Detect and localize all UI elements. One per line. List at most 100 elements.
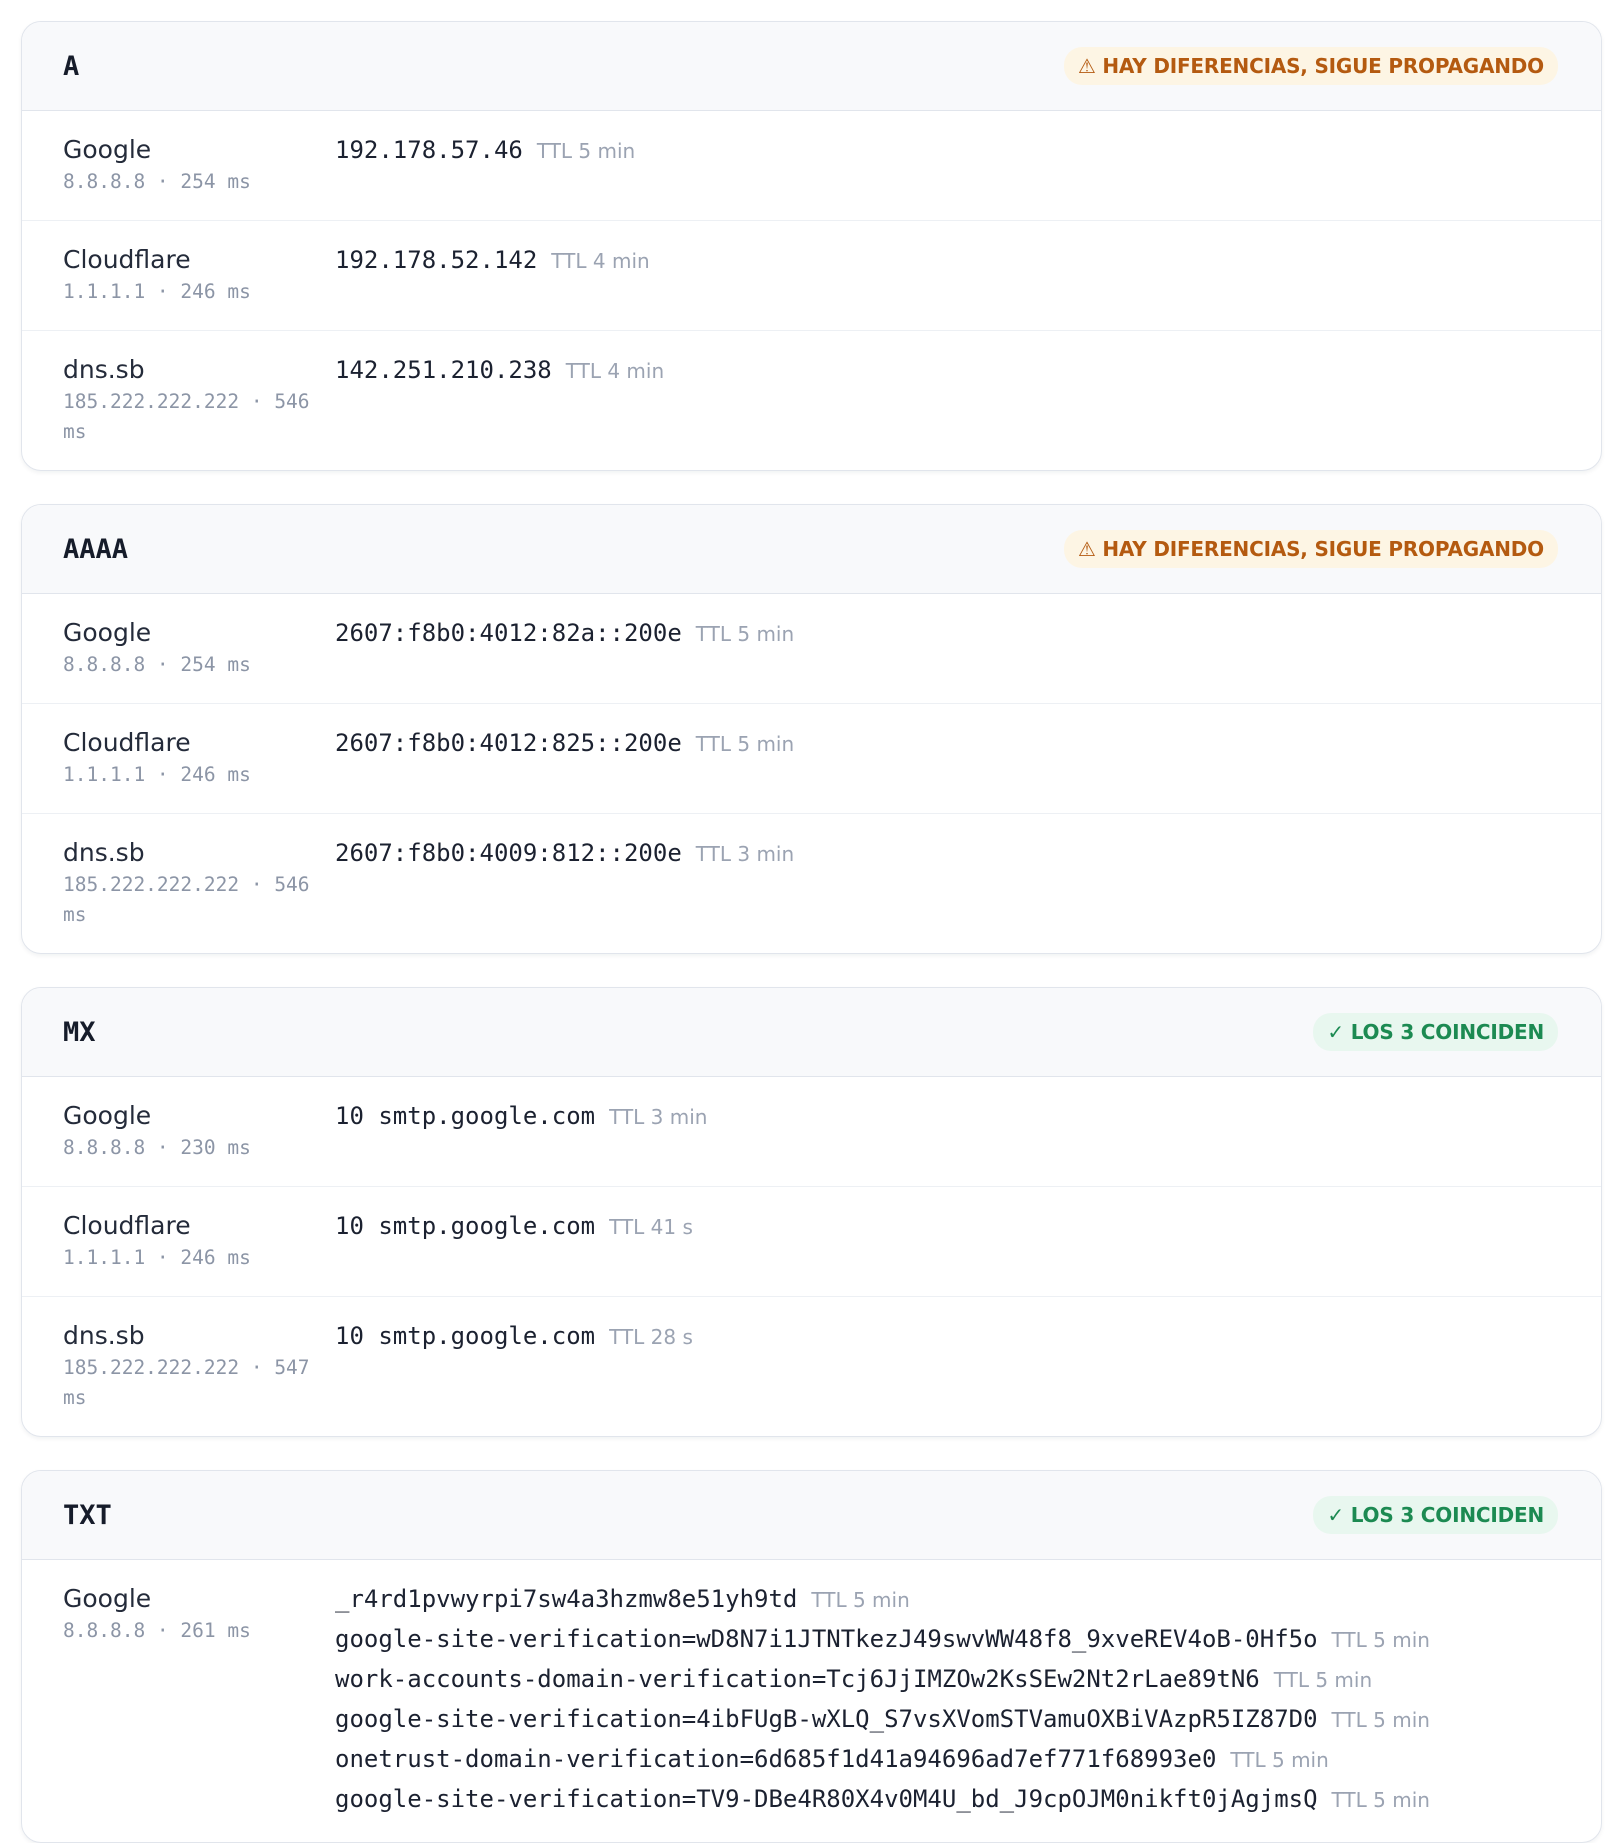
record-value: 10 smtp.google.com — [335, 1212, 596, 1240]
record-values: 2607:f8b0:4012:82a::200e TTL 5 min — [335, 618, 1601, 680]
resolver-ip-latency: 1.1.1.1 · 246 ms — [63, 280, 251, 303]
record-value-line: 142.251.210.238 TTL 4 min — [335, 350, 1601, 390]
record-card: TXT ✓ LOS 3 COINCIDEN Google 8.8.8.8 · 2… — [21, 1470, 1602, 1843]
propagation-status-badge: ✓ LOS 3 COINCIDEN — [1313, 1496, 1558, 1534]
record-ttl: TTL 5 min — [1273, 1668, 1373, 1692]
resolver-ip-latency: 1.1.1.1 · 246 ms — [63, 1246, 251, 1269]
record-ttl: TTL 5 min — [1331, 1708, 1430, 1732]
record-values: 10 smtp.google.com TTL 41 s — [335, 1211, 1601, 1273]
resolver-row: Google 8.8.8.8 · 261 ms _r4rd1pvwyrpi7sw… — [22, 1560, 1601, 1842]
record-card-header: MX ✓ LOS 3 COINCIDEN — [22, 988, 1601, 1077]
record-type-label: A — [63, 50, 80, 82]
resolver-ip-latency: 8.8.8.8 · 254 ms — [63, 653, 251, 676]
record-value: onetrust-domain-verification=6d685f1d41a… — [335, 1745, 1217, 1773]
resolver-name: Google — [63, 1101, 152, 1130]
resolver-name: dns.sb — [63, 1321, 145, 1350]
record-value: google-site-verification=4ibFUgB-wXLQ_S7… — [335, 1705, 1318, 1733]
record-type-label: TXT — [63, 1499, 112, 1531]
resolver-ip-latency: 185.222.222.222 · 546 ms — [63, 390, 310, 443]
record-type-label: MX — [63, 1016, 96, 1048]
record-value-line: 192.178.52.142 TTL 4 min — [335, 240, 1601, 280]
resolver-row: dns.sb 185.222.222.222 · 547 ms 10 smtp.… — [22, 1297, 1601, 1436]
record-card: AAAA ⚠ HAY DIFERENCIAS, SIGUE PROPAGANDO… — [21, 504, 1602, 954]
record-values: _r4rd1pvwyrpi7sw4a3hzmw8e51yh9td TTL 5 mi… — [335, 1584, 1601, 1819]
resolver-info: dns.sb 185.222.222.222 · 546 ms — [63, 838, 335, 930]
record-value-line: 10 smtp.google.com TTL 41 s — [335, 1206, 1601, 1246]
resolver-row: Google 8.8.8.8 · 230 ms 10 smtp.google.c… — [22, 1077, 1601, 1187]
record-value: 2607:f8b0:4012:82a::200e — [335, 619, 682, 647]
resolver-name: Google — [63, 618, 152, 647]
propagation-status-badge: ⚠ HAY DIFERENCIAS, SIGUE PROPAGANDO — [1063, 47, 1558, 85]
propagation-status-badge: ⚠ HAY DIFERENCIAS, SIGUE PROPAGANDO — [1063, 530, 1558, 568]
record-value: _r4rd1pvwyrpi7sw4a3hzmw8e51yh9td — [335, 1585, 798, 1613]
record-card-header: A ⚠ HAY DIFERENCIAS, SIGUE PROPAGANDO — [22, 22, 1601, 111]
record-ttl: TTL 3 min — [695, 842, 795, 866]
resolver-name: Google — [63, 135, 152, 164]
record-value-line: 10 smtp.google.com TTL 28 s — [335, 1316, 1601, 1356]
record-ttl: TTL 5 min — [811, 1588, 910, 1612]
resolver-row: dns.sb 185.222.222.222 · 546 ms 142.251.… — [22, 331, 1601, 470]
resolver-row: Google 8.8.8.8 · 254 ms 192.178.57.46 TTL… — [22, 111, 1601, 221]
resolver-info: Cloudflare 1.1.1.1 · 246 ms — [63, 1211, 335, 1273]
record-ttl: TTL 5 min — [695, 622, 795, 646]
resolver-info: Google 8.8.8.8 · 230 ms — [63, 1101, 335, 1163]
resolver-row: Cloudflare 1.1.1.1 · 246 ms 10 smtp.goog… — [22, 1187, 1601, 1297]
resolver-ip-latency: 185.222.222.222 · 547 ms — [63, 1356, 310, 1409]
record-values: 10 smtp.google.com TTL 28 s — [335, 1321, 1601, 1413]
record-value: google-site-verification=TV9-DBe4R80X4v0… — [335, 1785, 1318, 1813]
record-value: 142.251.210.238 — [335, 356, 552, 384]
resolver-row: Cloudflare 1.1.1.1 · 246 ms 192.178.52.1… — [22, 221, 1601, 331]
record-value: 10 smtp.google.com — [335, 1102, 596, 1130]
record-card: MX ✓ LOS 3 COINCIDEN Google 8.8.8.8 · 23… — [21, 987, 1602, 1437]
record-value-line: 2607:f8b0:4012:825::200e TTL 5 min — [335, 723, 1601, 763]
resolver-ip-latency: 8.8.8.8 · 254 ms — [63, 170, 251, 193]
record-value-line: 10 smtp.google.com TTL 3 min — [335, 1096, 1601, 1136]
resolver-rows: Google 8.8.8.8 · 230 ms 10 smtp.google.c… — [22, 1077, 1601, 1436]
record-value: 192.178.52.142 — [335, 246, 538, 274]
record-value: 10 smtp.google.com — [335, 1322, 596, 1350]
record-ttl: TTL 4 min — [551, 249, 650, 273]
resolver-name: Cloudflare — [63, 245, 191, 274]
record-card-header: TXT ✓ LOS 3 COINCIDEN — [22, 1471, 1601, 1560]
resolver-info: dns.sb 185.222.222.222 · 546 ms — [63, 355, 335, 447]
record-value: work-accounts-domain-verification=Tcj6Jj… — [335, 1665, 1260, 1693]
record-value-line: 2607:f8b0:4012:82a::200e TTL 5 min — [335, 613, 1601, 653]
resolver-info: Cloudflare 1.1.1.1 · 246 ms — [63, 728, 335, 790]
record-values: 2607:f8b0:4012:825::200e TTL 5 min — [335, 728, 1601, 790]
record-value-line: onetrust-domain-verification=6d685f1d41a… — [335, 1739, 1601, 1779]
record-value: 2607:f8b0:4009:812::200e — [335, 839, 682, 867]
resolver-rows: Google 8.8.8.8 · 261 ms _r4rd1pvwyrpi7sw… — [22, 1560, 1601, 1842]
resolver-row: Google 8.8.8.8 · 254 ms 2607:f8b0:4012:8… — [22, 594, 1601, 704]
resolver-ip-latency: 8.8.8.8 · 230 ms — [63, 1136, 251, 1159]
propagation-status-badge: ✓ LOS 3 COINCIDEN — [1313, 1013, 1558, 1051]
resolver-info: dns.sb 185.222.222.222 · 547 ms — [63, 1321, 335, 1413]
record-value-line: google-site-verification=wD8N7i1JTNTkezJ… — [335, 1619, 1601, 1659]
resolver-row: Cloudflare 1.1.1.1 · 246 ms 2607:f8b0:40… — [22, 704, 1601, 814]
record-ttl: TTL 5 min — [695, 732, 795, 756]
resolver-name: Cloudflare — [63, 728, 191, 757]
record-value-line: google-site-verification=TV9-DBe4R80X4v0… — [335, 1779, 1601, 1819]
resolver-ip-latency: 1.1.1.1 · 246 ms — [63, 763, 251, 786]
record-values: 10 smtp.google.com TTL 3 min — [335, 1101, 1601, 1163]
record-value-line: work-accounts-domain-verification=Tcj6Jj… — [335, 1659, 1601, 1699]
resolver-rows: Google 8.8.8.8 · 254 ms 2607:f8b0:4012:8… — [22, 594, 1601, 953]
record-ttl: TTL 5 min — [536, 139, 636, 163]
resolver-ip-latency: 8.8.8.8 · 261 ms — [63, 1619, 251, 1642]
resolver-info: Google 8.8.8.8 · 261 ms — [63, 1584, 335, 1819]
record-values: 192.178.52.142 TTL 4 min — [335, 245, 1601, 307]
record-ttl: TTL 41 s — [609, 1215, 693, 1239]
record-ttl: TTL 3 min — [609, 1105, 708, 1129]
resolver-ip-latency: 185.222.222.222 · 546 ms — [63, 873, 310, 926]
record-ttl: TTL 5 min — [1331, 1788, 1430, 1812]
record-value: google-site-verification=wD8N7i1JTNTkezJ… — [335, 1625, 1318, 1653]
record-type-label: AAAA — [63, 533, 129, 565]
record-values: 192.178.57.46 TTL 5 min — [335, 135, 1601, 197]
record-ttl: TTL 28 s — [609, 1325, 693, 1349]
resolver-info: Google 8.8.8.8 · 254 ms — [63, 135, 335, 197]
record-card: A ⚠ HAY DIFERENCIAS, SIGUE PROPAGANDO Go… — [21, 21, 1602, 471]
record-value: 192.178.57.46 — [335, 136, 523, 164]
record-value: 2607:f8b0:4012:825::200e — [335, 729, 682, 757]
record-values: 142.251.210.238 TTL 4 min — [335, 355, 1601, 447]
resolver-row: dns.sb 185.222.222.222 · 546 ms 2607:f8b… — [22, 814, 1601, 953]
dns-propagation-results: A ⚠ HAY DIFERENCIAS, SIGUE PROPAGANDO Go… — [0, 0, 1624, 1843]
